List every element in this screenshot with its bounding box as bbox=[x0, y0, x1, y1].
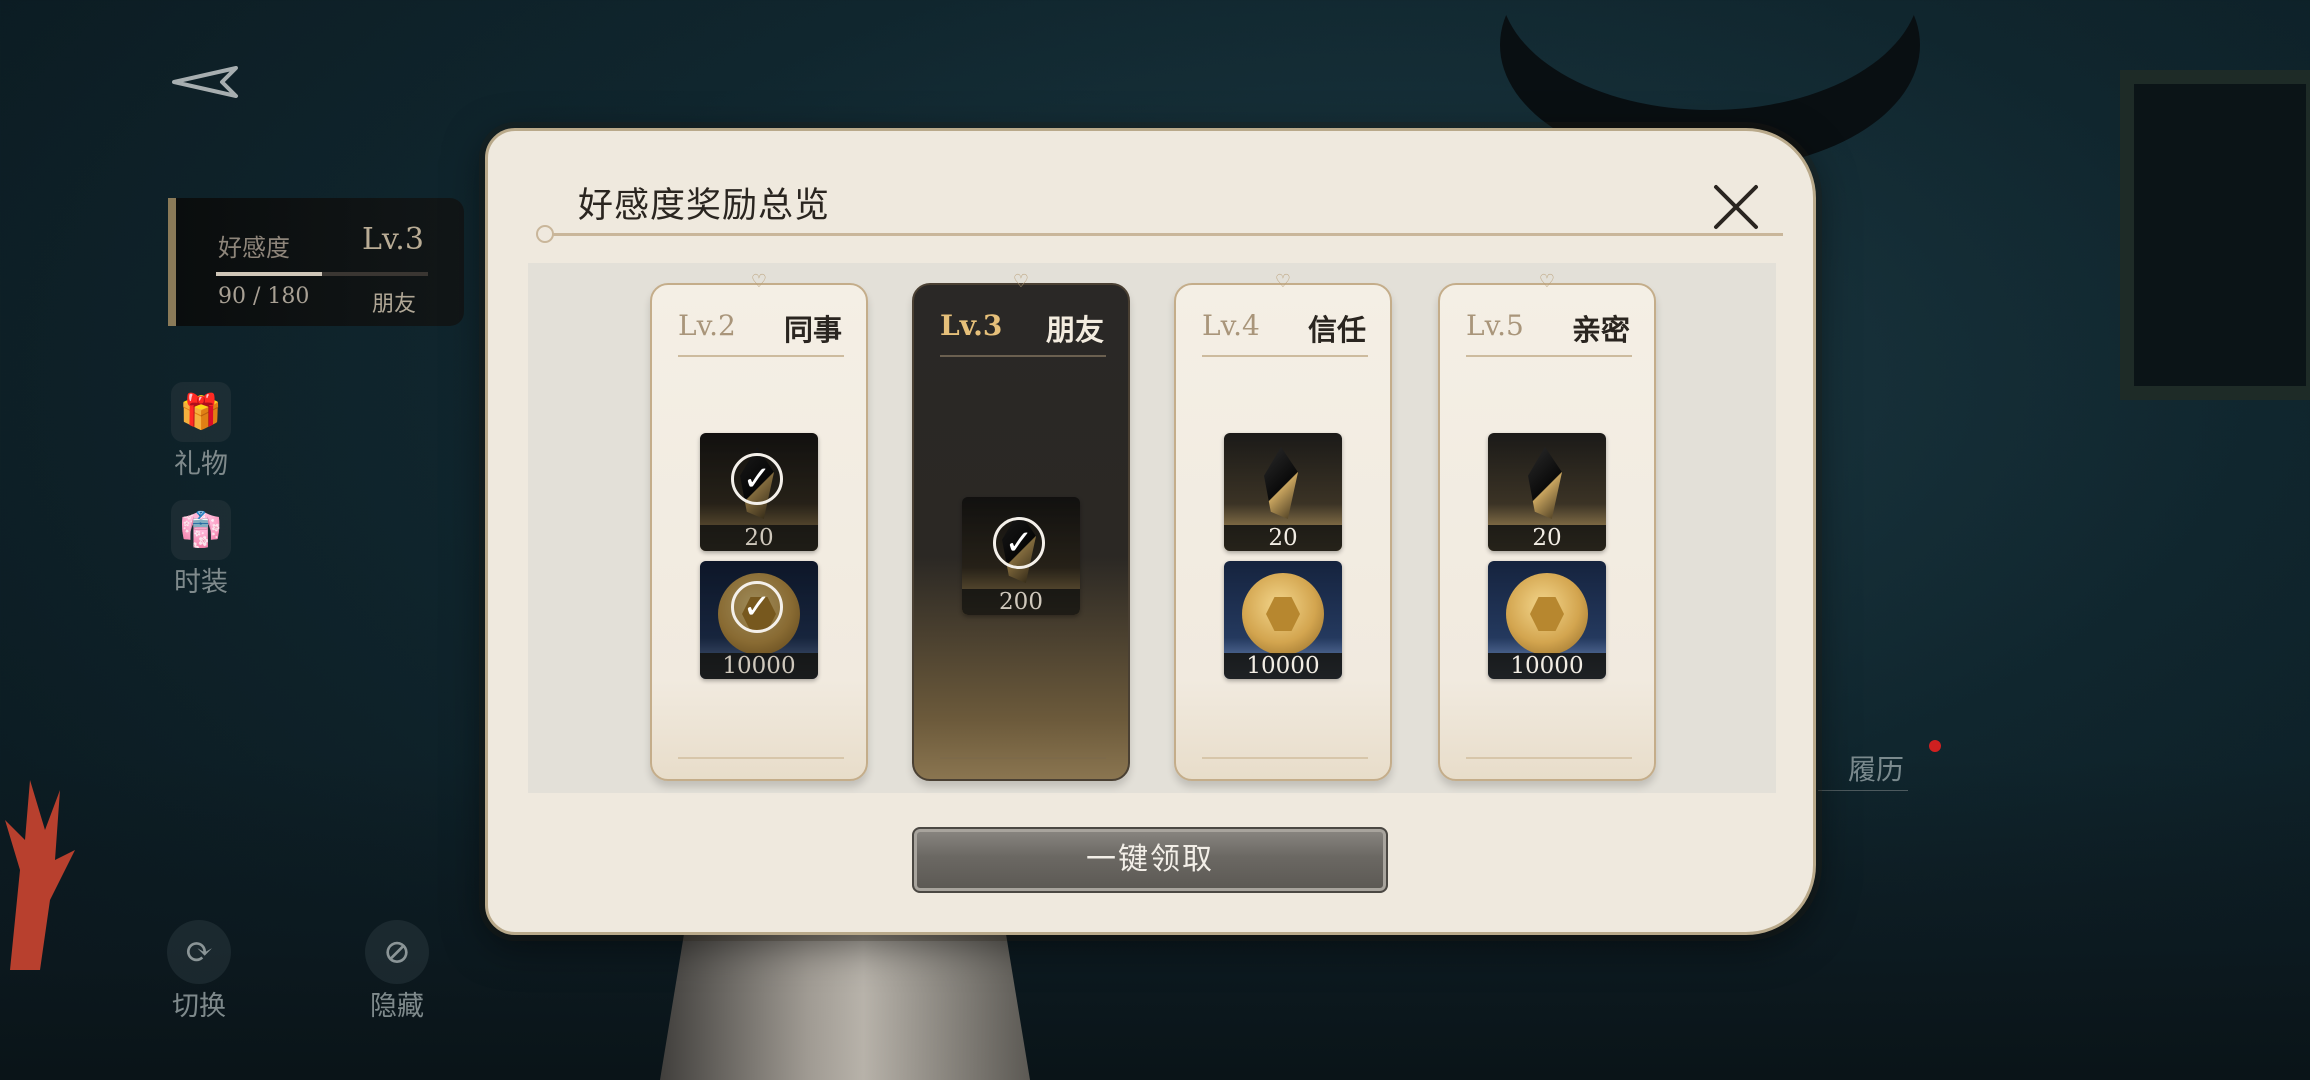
card-level: Lv.4 bbox=[1202, 309, 1260, 342]
affinity-progress-fill bbox=[216, 272, 322, 276]
card-relationship-name: 信任 bbox=[1307, 313, 1366, 347]
reward-quantity: 10000 bbox=[700, 653, 818, 679]
card-level: Lv.3 bbox=[940, 309, 1003, 342]
check-icon: ✓ bbox=[731, 581, 783, 633]
check-icon: ✓ bbox=[993, 517, 1045, 569]
crystal-reward[interactable]: ✓ 20 bbox=[700, 433, 818, 551]
back-arrow-icon[interactable] bbox=[170, 62, 240, 102]
switch-label: 切换 bbox=[172, 991, 226, 1022]
crystal-reward[interactable]: 20 bbox=[1224, 433, 1342, 551]
affinity-label: 好感度 bbox=[218, 234, 290, 262]
card-ornament-icon: ♡ bbox=[1538, 271, 1556, 292]
reward-quantity: 10000 bbox=[1224, 653, 1342, 679]
reward-quantity: 200 bbox=[962, 589, 1080, 615]
notification-dot bbox=[1929, 740, 1941, 752]
crystal-reward[interactable]: ✓ 200 bbox=[962, 497, 1080, 615]
coin-icon bbox=[1242, 573, 1324, 655]
card-ornament-icon: ♡ bbox=[1274, 271, 1292, 292]
outfit-icon: 👘 bbox=[171, 500, 231, 560]
level-card-2: ♡ Lv.3 朋友 ✓ 200 bbox=[912, 271, 1130, 781]
hide-button[interactable]: ⊘ 隐藏 bbox=[362, 920, 432, 1023]
level-card-3: ♡ Lv.4 信任 20 10000 bbox=[1174, 271, 1392, 781]
crystal-icon bbox=[1528, 447, 1562, 519]
close-icon[interactable] bbox=[1708, 179, 1764, 235]
switch-button[interactable]: ⟳ 切换 bbox=[164, 920, 234, 1023]
wall-frame bbox=[2120, 70, 2310, 400]
affinity-progress-max: 180 bbox=[267, 284, 310, 309]
card-level: Lv.5 bbox=[1466, 309, 1524, 342]
level-card-1: ♡ Lv.2 同事 ✓ 20 ✓ 10000 bbox=[650, 271, 868, 781]
coral-decoration bbox=[5, 780, 75, 970]
card-divider bbox=[940, 355, 1106, 357]
crystal-reward[interactable]: 20 bbox=[1488, 433, 1606, 551]
card-footer-divider bbox=[678, 757, 844, 759]
outfit-label: 时装 bbox=[174, 567, 228, 598]
affinity-progress-current: 90 bbox=[218, 284, 246, 309]
card-relationship-name: 朋友 bbox=[1045, 313, 1104, 347]
title-divider bbox=[543, 233, 1783, 236]
gift-label: 礼物 bbox=[174, 449, 228, 480]
resume-link[interactable]: 履历 bbox=[1818, 740, 1941, 791]
card-ornament-icon: ♡ bbox=[1012, 271, 1030, 292]
affinity-level: Lv.3 bbox=[362, 222, 424, 257]
coin-reward[interactable]: ✓ 10000 bbox=[700, 561, 818, 679]
card-divider bbox=[678, 355, 844, 357]
title-divider-ornament bbox=[536, 225, 554, 243]
coin-icon bbox=[1506, 573, 1588, 655]
gift-icon: 🎁 bbox=[171, 382, 231, 442]
crystal-icon bbox=[1264, 447, 1298, 519]
hide-icon: ⊘ bbox=[365, 920, 429, 984]
coin-reward[interactable]: 10000 bbox=[1224, 561, 1342, 679]
affinity-rank: 朋友 bbox=[372, 292, 417, 317]
claim-all-button[interactable]: 一键领取 bbox=[912, 827, 1388, 893]
hide-label: 隐藏 bbox=[370, 991, 424, 1022]
affinity-progress-sep: / bbox=[253, 284, 261, 309]
card-relationship-name: 同事 bbox=[783, 313, 842, 347]
affinity-panel[interactable]: 好感度 Lv.3 90 / 180 朋友 bbox=[168, 198, 464, 326]
outfit-button[interactable]: 👘 时装 bbox=[166, 500, 236, 599]
card-footer-divider bbox=[1202, 757, 1368, 759]
card-relationship-name: 亲密 bbox=[1571, 313, 1630, 347]
card-footer-divider bbox=[940, 757, 1106, 759]
coin-reward[interactable]: 10000 bbox=[1488, 561, 1606, 679]
moon-silhouette bbox=[1500, 0, 1920, 110]
resume-label: 履历 bbox=[1848, 753, 1905, 786]
level-card-4: ♡ Lv.5 亲密 20 10000 bbox=[1438, 271, 1656, 781]
affinity-progress-text: 90 / 180 bbox=[218, 284, 309, 309]
switch-icon: ⟳ bbox=[167, 920, 231, 984]
affinity-rewards-dialog: 好感度奖励总览 ♡ Lv.2 同事 ✓ 20 ✓ 10000 ♡ Lv.3 朋友 ✓ 200 ♡ Lv.4… bbox=[485, 128, 1816, 935]
reward-quantity: 20 bbox=[700, 525, 818, 551]
affinity-progress-bar bbox=[216, 272, 428, 276]
card-divider bbox=[1466, 355, 1632, 357]
card-ornament-icon: ♡ bbox=[750, 271, 768, 292]
gift-button[interactable]: 🎁 礼物 bbox=[166, 382, 236, 481]
card-divider bbox=[1202, 355, 1368, 357]
reward-quantity: 20 bbox=[1488, 525, 1606, 551]
reward-quantity: 10000 bbox=[1488, 653, 1606, 679]
card-footer-divider bbox=[1466, 757, 1632, 759]
reward-quantity: 20 bbox=[1224, 525, 1342, 551]
check-icon: ✓ bbox=[731, 453, 783, 505]
reward-cards-area: ♡ Lv.2 同事 ✓ 20 ✓ 10000 ♡ Lv.3 朋友 ✓ 200 ♡ Lv.4 信任 20 1000… bbox=[528, 263, 1776, 793]
card-level: Lv.2 bbox=[678, 309, 736, 342]
dialog-title: 好感度奖励总览 bbox=[578, 186, 831, 226]
